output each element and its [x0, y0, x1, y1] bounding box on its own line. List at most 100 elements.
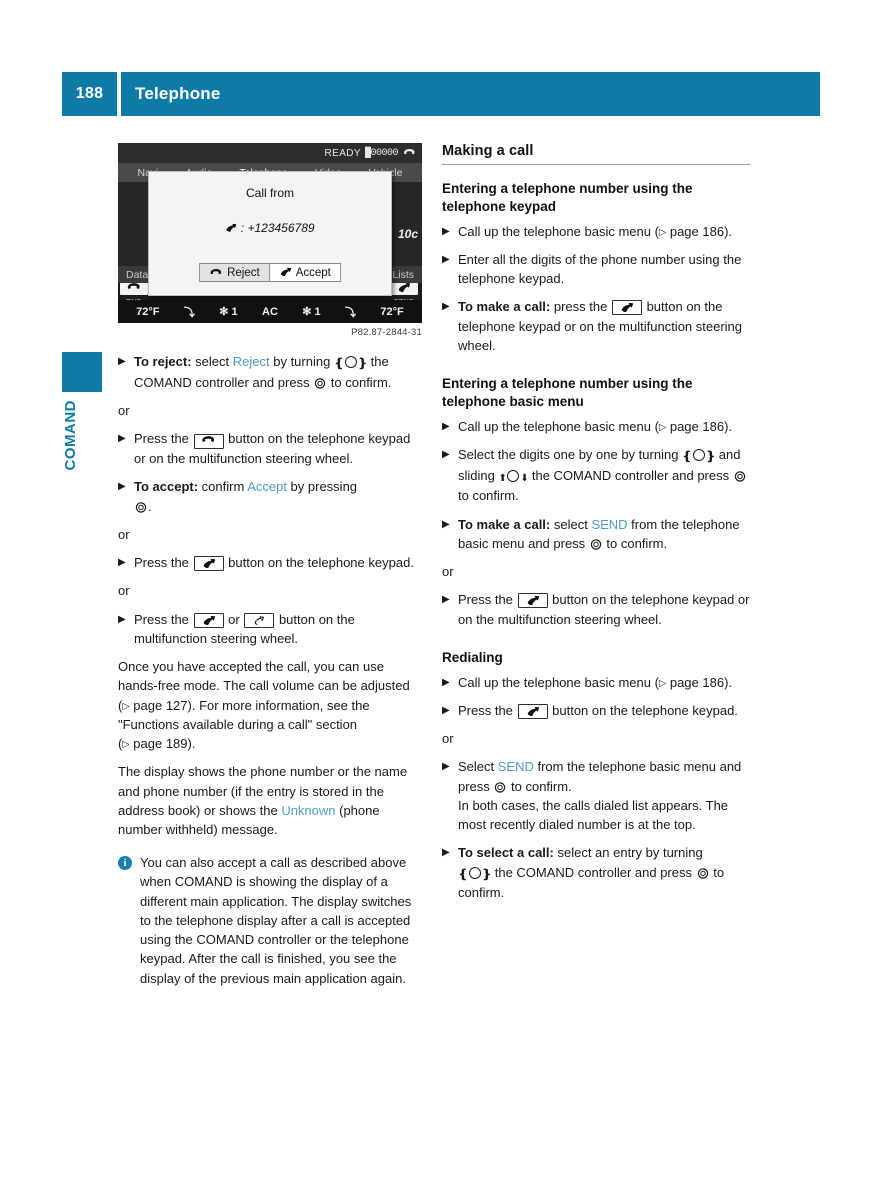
note-text: You can also accept a call as described …: [140, 855, 412, 986]
fan-level-left: ✻ 1: [219, 306, 238, 318]
page-ref-text: page 127: [133, 697, 188, 713]
step-text: Press the: [134, 555, 193, 571]
para-text: ).: [187, 736, 196, 752]
step-text: Call up the telephone basic menu (: [458, 674, 659, 690]
step-text: .: [148, 498, 152, 514]
side-tab-marker: [62, 352, 102, 392]
incoming-call-dialog: Call from : +123456789 Reject Accept: [148, 171, 392, 296]
bullet-triangle-icon: ▶: [442, 704, 450, 716]
controller-press-icon: [494, 779, 506, 793]
step-label-to-reject: To reject:: [134, 354, 192, 369]
step-text: Select: [458, 759, 498, 775]
bullet-triangle-icon: ▶: [442, 676, 450, 688]
right-column: Making a call Entering a telephone numbe…: [442, 143, 750, 912]
screen-climate-bar: 72°F ⤵ ✻ 1 AC ✻ 1 ⤵ 72°F: [118, 300, 422, 323]
step-text-extra: In both cases, the calls dialed list app…: [458, 797, 729, 833]
step-text: press the: [550, 299, 611, 315]
paragraph-hands-free: Once you have accepted the call, you can…: [118, 657, 423, 753]
page-ref-triangle-icon: ▷: [122, 739, 130, 751]
section-heading-making-a-call: Making a call: [442, 143, 750, 165]
page-reference-189: ▷ page 189: [122, 736, 187, 751]
page-header: 188 Telephone: [62, 72, 820, 116]
subheading-redialing: Redialing: [442, 649, 503, 665]
paragraph-display-shows: The display shows the phone number or th…: [118, 762, 423, 839]
step-text: select: [550, 516, 592, 532]
step-text: to confirm.: [327, 374, 392, 390]
menu-term-unknown: Unknown: [281, 802, 336, 818]
handset-up-key-icon: [193, 612, 224, 628]
page-ref-triangle-icon: ▷: [122, 700, 130, 712]
step-text: ).: [724, 223, 733, 239]
step-text: or: [224, 611, 244, 627]
step-call-up-basic-menu-3: ▶ Call up the telephone basic menu (▷ pag…: [442, 673, 750, 692]
step-text: the COMAND controller and press: [491, 864, 696, 880]
step-label-to-make-a-call: To make a call:: [458, 516, 551, 532]
handset-up-icon: [225, 221, 240, 235]
bullet-triangle-icon: ▶: [442, 253, 450, 265]
step-text: select an entry by turning: [553, 845, 703, 861]
page-number: 188: [62, 72, 117, 116]
step-text: Call up the telephone basic menu (: [458, 223, 659, 239]
handset-up-icon: [279, 266, 292, 279]
dialog-accept-button[interactable]: Accept: [268, 264, 340, 281]
step-text: button on the telephone keypad.: [224, 555, 414, 571]
bullet-triangle-icon: ▶: [442, 420, 450, 432]
step-to-make-a-call-keypad: ▶ To make a call: press the button on the…: [442, 297, 750, 355]
controller-press-icon: [734, 468, 746, 482]
subheading-entering-number-keypad: Entering a telephone number using the te…: [442, 181, 693, 214]
handset-up-key-icon: [193, 556, 224, 572]
handset-up-key-icon: [517, 703, 548, 719]
step-press-send-key-2: ▶ Press the button on the telephone keypa…: [442, 590, 750, 628]
step-press-send-key-keypad: ▶ Press the button on the telephone keypa…: [118, 553, 423, 572]
figure-caption: P82.87-2844-31: [351, 327, 422, 338]
ac-label: AC: [262, 305, 278, 318]
step-press-send-or-mfsw: ▶ Press the or button on the multifunctio…: [118, 610, 423, 648]
bullet-triangle-icon: ▶: [442, 761, 450, 773]
step-text: to confirm.: [458, 488, 519, 504]
ready-text: READY: [324, 147, 361, 159]
dialog-number-text: : +123456789: [240, 221, 315, 235]
step-text: Press the: [458, 592, 517, 608]
step-text: to confirm.: [602, 535, 668, 551]
handset-down-icon: [403, 148, 416, 159]
bullet-triangle-icon: ▶: [442, 301, 450, 313]
step-label-to-accept: To accept:: [134, 479, 199, 495]
step-text: select: [191, 354, 233, 369]
controller-turn-icon: ❴ ❵: [682, 448, 716, 463]
page-ref-text: page 186: [669, 223, 725, 239]
handset-down-icon: [209, 267, 223, 279]
step-select-send: ▶ Select SEND from the telephone basic me…: [442, 757, 750, 834]
bullet-triangle-icon: ▶: [442, 448, 450, 460]
step-text: by turning: [269, 354, 334, 369]
controller-press-icon: [697, 865, 709, 879]
left-column: READY █00000 Navi Audio Telephone Video …: [118, 143, 423, 988]
page-ref-triangle-icon: ▷: [658, 421, 667, 433]
controller-turn-icon: ❴ ❵: [458, 866, 492, 881]
dialog-title: Call from: [245, 186, 294, 200]
climate-temp-right: 72°F: [380, 305, 404, 318]
step-to-make-a-call-send: ▶ To make a call: select SEND from the te…: [442, 515, 750, 553]
step-text: Enter all the digits of the phone number…: [458, 251, 742, 287]
step-text: button on the telephone keypad.: [548, 702, 738, 718]
step-text: ).: [724, 674, 733, 690]
page-reference-186: ▷ page 186: [659, 419, 724, 434]
section-side-tab: COMAND: [62, 352, 102, 471]
step-label-to-make-a-call: To make a call:: [458, 299, 551, 315]
screen-status-bar: READY █00000: [118, 143, 422, 163]
step-text: Call up the telephone basic menu (: [458, 418, 659, 434]
step-press-end-key: ▶ Press the button on the telephone keypa…: [118, 429, 423, 468]
airflow-icon-left: ⤵: [183, 306, 195, 319]
climate-temp-left: 72°F: [136, 305, 160, 318]
or-separator: or: [118, 583, 130, 599]
step-call-up-basic-menu-2: ▶ Call up the telephone basic menu (▷ pag…: [442, 417, 750, 436]
controller-press-icon: [135, 499, 147, 513]
or-separator: or: [442, 731, 454, 747]
handset-up-key-icon: [517, 593, 548, 609]
info-icon: i: [118, 856, 132, 871]
dialog-reject-button[interactable]: Reject: [200, 264, 269, 281]
controller-press-icon: [590, 536, 602, 550]
step-call-up-basic-menu-1: ▶ Call up the telephone basic menu (▷ pag…: [442, 222, 750, 241]
dialog-buttons: Reject Accept: [199, 263, 341, 282]
airflow-icon-right: ⤵: [345, 306, 356, 319]
bullet-triangle-icon: ▶: [118, 356, 126, 367]
